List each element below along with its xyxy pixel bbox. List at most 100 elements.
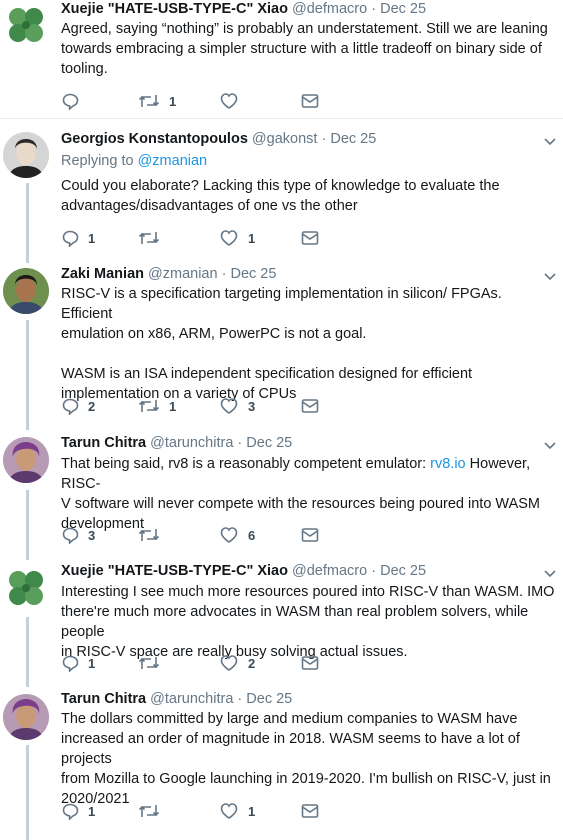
retweet-button[interactable]	[138, 801, 169, 821]
like-count: 6	[248, 527, 256, 543]
tweet-header: Tarun Chitra @tarunchitra · Dec 25	[61, 434, 292, 452]
reply-button[interactable]: 2	[61, 396, 95, 416]
display-name[interactable]: Tarun Chitra	[61, 435, 146, 451]
display-name[interactable]: Xuejie "HATE-USB-TYPE-C" Xiao	[61, 1, 288, 17]
retweet-button[interactable]: 1	[138, 91, 176, 111]
reply-icon	[62, 93, 79, 110]
reply-icon	[62, 527, 79, 544]
direct-message-button[interactable]	[301, 653, 319, 673]
display-name[interactable]: Xuejie "HATE-USB-TYPE-C" Xiao	[61, 563, 288, 579]
tweet[interactable]: Tarun Chitra @tarunchitra · Dec 25 The d…	[0, 684, 563, 840]
tweet-text: Interesting I see much more resources po…	[61, 584, 555, 660]
tweet-text: That being said, rv8 is a reasonably com…	[61, 454, 556, 534]
tweet[interactable]: Tarun Chitra @tarunchitra · Dec 25 That …	[0, 428, 563, 556]
reply-count: 1	[88, 655, 96, 671]
tweet[interactable]: Xuejie "HATE-USB-TYPE-C" Xiao @defmacro …	[0, 556, 563, 684]
tweet-text: RISC-V is a specification targeting impl…	[61, 286, 502, 402]
retweet-icon	[138, 232, 160, 244]
retweet-button[interactable]	[138, 653, 169, 673]
like-button[interactable]: 6	[219, 525, 255, 545]
direct-message-button[interactable]	[301, 396, 319, 416]
separator-dot: ·	[321, 131, 327, 147]
separator-dot: ·	[237, 691, 243, 707]
like-count: 1	[248, 803, 256, 819]
tweet-actions: 2 1 3	[61, 396, 531, 416]
tweet-date[interactable]: Dec 25	[380, 563, 426, 579]
envelope-icon	[301, 399, 319, 413]
display-name[interactable]: Zaki Manian	[61, 266, 144, 282]
like-button[interactable]	[219, 91, 248, 111]
display-name[interactable]: Tarun Chitra	[61, 691, 146, 707]
tweet-date[interactable]: Dec 25	[380, 1, 426, 17]
heart-icon	[220, 655, 238, 671]
direct-message-button[interactable]	[301, 228, 319, 248]
retweet-button[interactable]	[138, 228, 169, 248]
chevron-down-icon[interactable]	[543, 441, 557, 451]
retweet-icon	[138, 400, 160, 412]
retweet-count: 1	[169, 93, 177, 109]
replying-to-handle[interactable]: @zmanian	[138, 153, 208, 169]
like-button[interactable]: 3	[219, 396, 255, 416]
tweet-text: Could you elaborate? Lacking this type o…	[61, 178, 500, 214]
person-avatar	[3, 268, 49, 314]
tweet-header: Georgios Konstantopoulos @gakonst · Dec …	[61, 130, 376, 148]
tweet-date[interactable]: Dec 25	[246, 691, 292, 707]
reply-button[interactable]	[61, 91, 88, 111]
user-handle[interactable]: @defmacro	[292, 563, 367, 579]
user-handle[interactable]: @tarunchitra	[150, 691, 233, 707]
reply-button[interactable]: 1	[61, 653, 95, 673]
avatar[interactable]	[3, 437, 49, 483]
tweet[interactable]: Georgios Konstantopoulos @gakonst · Dec …	[0, 119, 563, 256]
separator-dot: ·	[237, 435, 243, 451]
like-button[interactable]: 2	[219, 653, 255, 673]
like-button[interactable]: 1	[219, 801, 255, 821]
retweet-icon	[138, 805, 160, 817]
display-name[interactable]: Georgios Konstantopoulos	[61, 131, 248, 147]
avatar[interactable]	[3, 2, 49, 48]
avatar[interactable]	[3, 132, 49, 178]
heart-icon	[220, 803, 238, 819]
reply-count: 2	[88, 398, 96, 414]
envelope-icon	[301, 231, 319, 245]
separator-dot: ·	[371, 1, 377, 17]
tweet[interactable]: Xuejie "HATE-USB-TYPE-C" Xiao @defmacro …	[0, 0, 563, 118]
chevron-down-icon[interactable]	[543, 137, 557, 147]
reply-icon	[62, 230, 79, 247]
clover-avatar	[9, 571, 43, 605]
avatar[interactable]	[3, 694, 49, 740]
direct-message-button[interactable]	[301, 91, 319, 111]
retweet-button[interactable]	[138, 525, 169, 545]
reply-icon	[62, 803, 79, 820]
reply-button[interactable]: 1	[61, 228, 95, 248]
person-avatar	[3, 132, 49, 178]
user-handle[interactable]: @gakonst	[252, 131, 318, 147]
user-handle[interactable]: @zmanian	[148, 266, 218, 282]
retweet-icon	[138, 657, 160, 669]
reply-button[interactable]: 3	[61, 525, 95, 545]
avatar[interactable]	[3, 268, 49, 314]
tweet[interactable]: Zaki Manian @zmanian · Dec 25 RISC-V is …	[0, 256, 563, 428]
tweet-date[interactable]: Dec 25	[330, 131, 376, 147]
tweet-header: Zaki Manian @zmanian · Dec 25	[61, 265, 276, 283]
chevron-down-icon[interactable]	[543, 272, 557, 282]
tweet-date[interactable]: Dec 25	[246, 435, 292, 451]
direct-message-button[interactable]	[301, 801, 319, 821]
tweet-date[interactable]: Dec 25	[230, 266, 276, 282]
person-avatar	[3, 694, 49, 740]
retweet-button[interactable]: 1	[138, 396, 176, 416]
chevron-down-icon[interactable]	[543, 569, 557, 579]
reply-count: 1	[88, 230, 96, 246]
direct-message-button[interactable]	[301, 525, 319, 545]
reply-button[interactable]: 1	[61, 801, 95, 821]
tweet-link[interactable]: rv8.io	[430, 456, 465, 472]
user-handle[interactable]: @defmacro	[292, 1, 367, 17]
person-avatar	[3, 437, 49, 483]
like-button[interactable]: 1	[219, 228, 255, 248]
avatar[interactable]	[3, 565, 49, 611]
tweet-header: Xuejie "HATE-USB-TYPE-C" Xiao @defmacro …	[61, 0, 426, 18]
user-handle[interactable]: @tarunchitra	[150, 435, 233, 451]
heart-icon	[220, 527, 238, 543]
reply-count: 3	[88, 527, 96, 543]
tweet-actions: 1 2	[61, 653, 531, 673]
reply-icon	[62, 398, 79, 415]
